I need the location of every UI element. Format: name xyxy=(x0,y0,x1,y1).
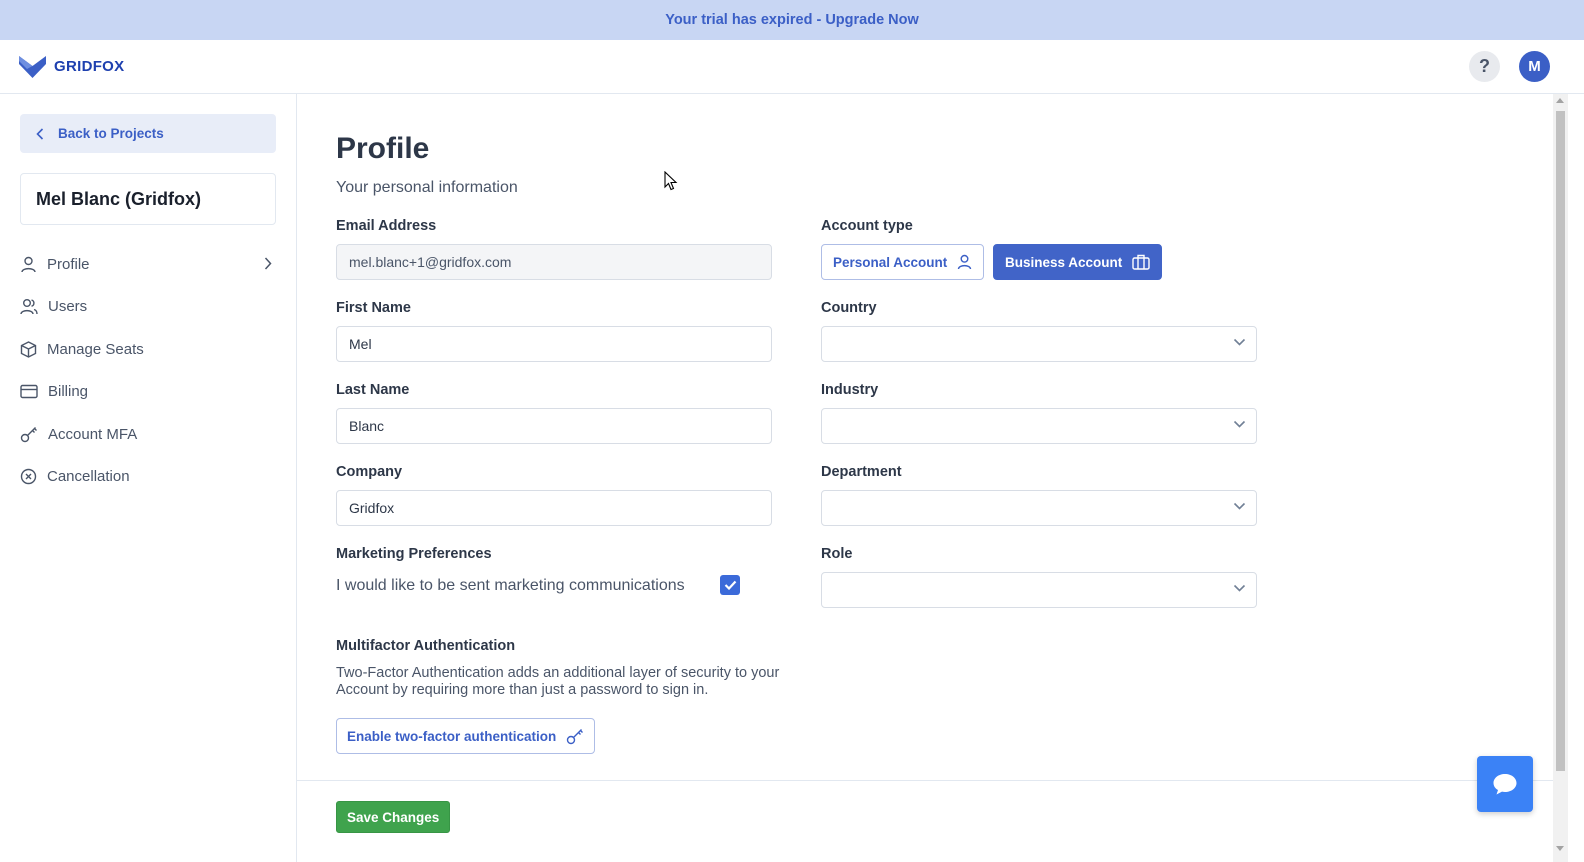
personal-account-label: Personal Account xyxy=(833,254,948,270)
chevron-left-icon xyxy=(36,127,44,140)
page-scrollbar[interactable] xyxy=(1553,94,1568,862)
sidebar-item-users[interactable]: Users xyxy=(20,286,276,329)
banner-text[interactable]: Your trial has expired - Upgrade Now xyxy=(665,12,919,28)
sidebar-item-label: Cancellation xyxy=(47,468,130,486)
first-name-field[interactable] xyxy=(336,326,772,362)
users-icon xyxy=(20,299,38,315)
business-account-button[interactable]: Business Account xyxy=(993,244,1163,280)
back-to-projects-label: Back to Projects xyxy=(58,126,164,141)
scrollbar-thumb[interactable] xyxy=(1556,111,1565,771)
logo[interactable]: GRIDFOX xyxy=(19,54,124,78)
sidebar-nav: Profile Users Manage Seats Billing Accou… xyxy=(20,243,276,498)
trial-expired-banner[interactable]: Your trial has expired - Upgrade Now xyxy=(0,0,1584,40)
enable-two-factor-button[interactable]: Enable two-factor authentication xyxy=(336,718,596,754)
last-name-label: Last Name xyxy=(336,382,410,398)
x-circle-icon xyxy=(20,469,37,485)
mfa-label: Multifactor Authentication xyxy=(336,638,516,654)
marketing-preferences-label: Marketing Preferences xyxy=(336,546,492,562)
industry-label: Industry xyxy=(821,382,879,398)
gridfox-logo-icon xyxy=(19,56,46,78)
department-select[interactable] xyxy=(821,490,1257,526)
marketing-consent-text: I would like to be sent marketing commun… xyxy=(336,577,685,594)
user-icon xyxy=(958,254,972,270)
enable-two-factor-label: Enable two-factor authentication xyxy=(347,728,557,744)
logo-text: GRIDFOX xyxy=(54,57,125,75)
country-select[interactable] xyxy=(821,326,1257,362)
sidebar-item-label: Profile xyxy=(47,255,90,273)
page-title: Profile xyxy=(336,132,430,165)
sidebar-item-cancellation[interactable]: Cancellation xyxy=(20,456,276,499)
department-label: Department xyxy=(821,464,902,480)
main-content: Profile Your personal information Email … xyxy=(297,94,1553,862)
account-type-label: Account type xyxy=(821,218,913,234)
account-name: Mel Blanc (Gridfox) xyxy=(36,188,202,209)
company-field[interactable] xyxy=(336,490,772,526)
email-field[interactable] xyxy=(336,244,772,280)
role-select[interactable] xyxy=(821,572,1257,608)
account-name-card: Mel Blanc (Gridfox) xyxy=(20,173,276,225)
business-account-label: Business Account xyxy=(1005,254,1123,270)
page-subtitle: Your personal information xyxy=(336,179,518,196)
country-label: Country xyxy=(821,300,877,316)
sidebar-item-label: Billing xyxy=(48,383,89,401)
sidebar-item-label: Manage Seats xyxy=(47,340,144,358)
last-name-field[interactable] xyxy=(336,408,772,444)
marketing-checkbox[interactable] xyxy=(720,575,740,595)
role-label: Role xyxy=(821,546,853,562)
mfa-description: Two-Factor Authentication adds an additi… xyxy=(336,665,780,698)
key-icon xyxy=(20,426,37,442)
sidebar-item-billing[interactable]: Billing xyxy=(20,371,276,414)
back-to-projects-button[interactable]: Back to Projects xyxy=(20,114,276,153)
cube-icon xyxy=(20,340,37,358)
briefcase-icon xyxy=(1132,254,1150,270)
chat-bubble-icon xyxy=(1493,774,1517,795)
sidebar-item-account-mfa[interactable]: Account MFA xyxy=(20,413,276,456)
first-name-label: First Name xyxy=(336,300,411,316)
industry-select[interactable] xyxy=(821,408,1257,444)
save-changes-label: Save Changes xyxy=(347,809,440,825)
scroll-down-arrow-icon[interactable] xyxy=(1556,846,1564,851)
help-button[interactable]: ? xyxy=(1469,51,1500,82)
top-bar: GRIDFOX ? M xyxy=(0,40,1584,94)
chevron-down-icon xyxy=(1233,338,1246,346)
company-label: Company xyxy=(336,464,403,480)
key-icon xyxy=(567,728,584,744)
chevron-down-icon xyxy=(1233,502,1246,510)
user-icon xyxy=(21,256,36,272)
chevron-down-icon xyxy=(1233,584,1246,592)
save-changes-button[interactable]: Save Changes xyxy=(336,801,451,833)
sidebar-item-label: Account MFA xyxy=(48,425,138,443)
chat-widget-button[interactable] xyxy=(1477,756,1533,812)
credit-card-icon xyxy=(20,385,38,399)
mouse-cursor-icon xyxy=(664,171,678,191)
sidebar: Back to Projects Mel Blanc (Gridfox) Pro… xyxy=(0,94,297,862)
scroll-up-arrow-icon[interactable] xyxy=(1556,98,1564,103)
question-icon: ? xyxy=(1479,56,1490,76)
sidebar-item-label: Users xyxy=(48,298,88,316)
chevron-right-icon xyxy=(264,257,272,270)
sidebar-item-profile[interactable]: Profile xyxy=(20,243,276,286)
checkmark-icon xyxy=(724,580,736,590)
personal-account-button[interactable]: Personal Account xyxy=(821,244,985,280)
sidebar-item-manage-seats[interactable]: Manage Seats xyxy=(20,328,276,371)
user-avatar[interactable]: M xyxy=(1519,51,1550,82)
chevron-down-icon xyxy=(1233,420,1246,428)
footer-divider xyxy=(297,780,1553,781)
email-label: Email Address xyxy=(336,218,437,234)
avatar-initial: M xyxy=(1528,58,1541,75)
